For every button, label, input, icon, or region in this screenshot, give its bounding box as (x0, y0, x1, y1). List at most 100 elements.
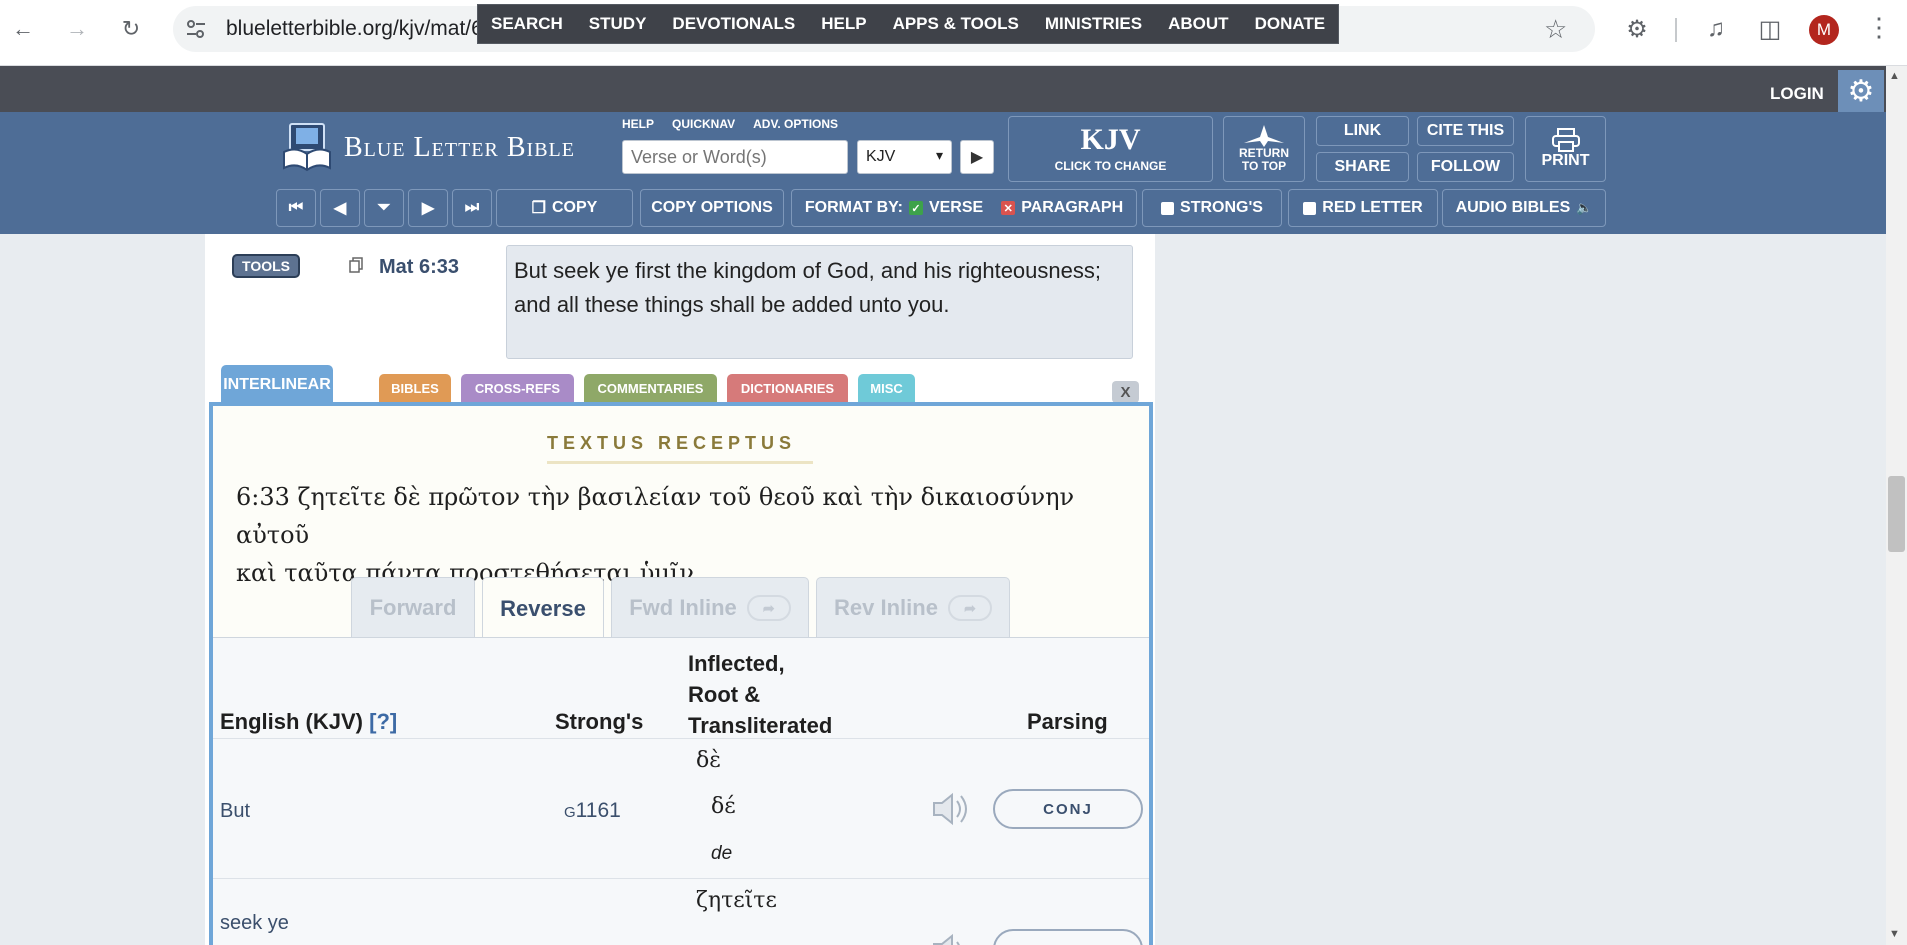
verse-reference[interactable]: Mat 6:33 (379, 256, 459, 279)
nav-study[interactable]: STUDY (576, 5, 660, 43)
share-button[interactable]: SHARE (1316, 152, 1409, 182)
red-letter-checkbox[interactable] (1303, 201, 1317, 215)
audio-bibles-button[interactable]: AUDIO BIBLES 🔈 (1442, 189, 1606, 227)
link-button[interactable]: LINK (1316, 116, 1409, 146)
header-inflected-3: Transliterated (688, 713, 833, 738)
nav-donate[interactable]: DONATE (1242, 5, 1339, 43)
nav-apps-tools[interactable]: APPS & TOOLS (880, 5, 1032, 43)
print-button[interactable]: PRINT (1525, 116, 1606, 182)
header-english: English (KJV) [?] (220, 709, 397, 735)
red-letter-toggle[interactable]: RED LETTER (1288, 189, 1438, 227)
tools-button[interactable]: TOOLS (232, 254, 300, 278)
view-tab-rev-inline[interactable]: Rev Inline ➦ (816, 577, 1010, 638)
return-to-top-label: RETURN TO TOP (1239, 146, 1289, 173)
open-bible-logo-icon[interactable] (282, 122, 332, 172)
source-title-underline (547, 461, 813, 464)
version-select[interactable]: KJV ▾ (857, 140, 952, 174)
nav-ministries[interactable]: MINISTRIES (1032, 5, 1155, 43)
bookmark-star-icon[interactable]: ☆ (1544, 14, 1567, 45)
kjv-version-button[interactable]: KJV CLICK TO CHANGE (1008, 116, 1213, 182)
verse-search-input[interactable] (622, 140, 848, 174)
cite-this-button[interactable]: CITE THIS (1417, 116, 1514, 146)
help-link[interactable]: [?] (369, 709, 397, 734)
header-adv-options-link[interactable]: ADV. OPTIONS (753, 117, 838, 131)
browser-menu-icon[interactable]: ⋮ (1866, 12, 1892, 43)
site-top-nav (0, 66, 1886, 112)
row-strongs-link[interactable]: G1161 (564, 799, 621, 823)
next-button[interactable]: ▶ (408, 189, 448, 227)
parsing-button[interactable] (993, 929, 1143, 945)
format-verse-option[interactable]: VERSE (929, 199, 983, 217)
copy-button[interactable]: ❐ COPY (496, 189, 633, 227)
view-tab-forward[interactable]: Forward (351, 577, 475, 638)
verse-checked-icon[interactable]: ✓ (908, 201, 923, 215)
row-divider (213, 878, 1149, 879)
follow-label: FOLLOW (1430, 158, 1501, 175)
strongs-number: 1161 (575, 799, 621, 822)
scroll-up-arrow-icon[interactable]: ▲ (1889, 70, 1900, 82)
greek-verse-text: 6:33 ζητεῖτε δὲ πρῶτον τὴν βασιλείαν τοῦ… (236, 478, 1116, 592)
reload-icon[interactable]: ↻ (114, 12, 148, 46)
tab-commentaries[interactable]: COMMENTARIES (584, 374, 717, 402)
tab-cross-refs[interactable]: CROSS-REFS (461, 374, 574, 402)
paragraph-unchecked-icon[interactable]: ✕ (1001, 201, 1016, 215)
scroll-down-arrow-icon[interactable]: ▼ (1889, 928, 1900, 940)
nav-devotionals[interactable]: DEVOTIONALS (659, 5, 808, 43)
first-chapter-button[interactable]: ⏮ (276, 189, 316, 227)
site-logo-text[interactable]: Blue Letter Bible (344, 132, 575, 164)
header-inflected-2: Root & (688, 682, 761, 707)
nav-search[interactable]: SEARCH (478, 5, 576, 43)
scrollbar-thumb[interactable] (1888, 476, 1905, 552)
speaker-icon[interactable] (930, 791, 972, 827)
forward-arrow-icon[interactable]: → (60, 12, 94, 46)
share-arrow-icon: ➦ (746, 595, 791, 621)
follow-button[interactable]: FOLLOW (1417, 152, 1514, 182)
media-control-icon[interactable]: ♫ (1701, 14, 1731, 44)
source-title: TEXTUS RECEPTUS (547, 433, 797, 453)
chapter-list-button[interactable]: ⏷ (364, 189, 404, 227)
view-tab-fwd-inline[interactable]: Fwd Inline ➦ (611, 577, 809, 638)
copy-verse-icon[interactable] (349, 257, 363, 273)
search-go-button[interactable]: ▶ (960, 140, 994, 174)
side-panel-icon[interactable]: ◫ (1755, 14, 1785, 44)
row-transliteration: de (711, 843, 733, 864)
return-to-top-button[interactable]: RETURN TO TOP (1223, 116, 1305, 182)
strongs-toggle[interactable]: STRONG'S (1142, 189, 1282, 227)
close-tools-button[interactable]: X (1112, 381, 1139, 403)
site-settings-icon[interactable] (183, 16, 209, 42)
airplane-icon (1244, 125, 1284, 147)
nav-about[interactable]: ABOUT (1155, 5, 1241, 43)
parsing-button[interactable]: CONJ (993, 789, 1143, 829)
row-english-word[interactable]: seek ye (220, 912, 289, 935)
view-tab-reverse[interactable]: Reverse (482, 577, 604, 639)
copy-options-label: COPY OPTIONS (651, 199, 773, 216)
row-root-greek[interactable]: δέ (711, 794, 736, 819)
header-help-link[interactable]: HELP (622, 117, 654, 131)
nav-help[interactable]: HELP (808, 5, 879, 43)
tab-misc[interactable]: MISC (858, 374, 915, 402)
prev-button[interactable]: ◀ (320, 189, 360, 227)
speaker-icon[interactable] (930, 932, 972, 945)
format-by-group: FORMAT BY: ✓ VERSE ✕ PARAGRAPH (791, 189, 1137, 227)
header-quicknav-link[interactable]: QUICKNAV (672, 117, 735, 131)
tab-bibles[interactable]: BIBLES (379, 374, 451, 402)
strongs-checkbox[interactable] (1161, 201, 1175, 215)
row-english-word[interactable]: But (220, 800, 250, 823)
kjv-subtitle: CLICK TO CHANGE (1054, 159, 1167, 173)
profile-avatar[interactable]: M (1809, 15, 1839, 45)
back-arrow-icon[interactable]: ← (6, 12, 40, 46)
row-inflected-greek: δὲ (696, 748, 722, 773)
settings-gear-icon[interactable]: ⚙ (1838, 70, 1884, 112)
view-tab-fwd-inline-label: Fwd Inline (629, 595, 737, 620)
login-link[interactable]: LOGIN (1770, 84, 1824, 104)
last-chapter-button[interactable]: ⏭ (452, 189, 492, 227)
kjv-title: KJV (1080, 123, 1141, 156)
tab-interlinear[interactable]: INTERLINEAR (221, 365, 333, 405)
caret-down-icon: ▾ (935, 147, 943, 163)
format-paragraph-option[interactable]: PARAGRAPH (1021, 199, 1123, 217)
copy-options-button[interactable]: COPY OPTIONS (640, 189, 784, 227)
view-tab-reverse-label: Reverse (500, 595, 586, 621)
print-label: PRINT (1541, 152, 1590, 169)
tab-dictionaries[interactable]: DICTIONARIES (727, 374, 848, 402)
extensions-icon[interactable]: ⚙ (1622, 14, 1652, 44)
